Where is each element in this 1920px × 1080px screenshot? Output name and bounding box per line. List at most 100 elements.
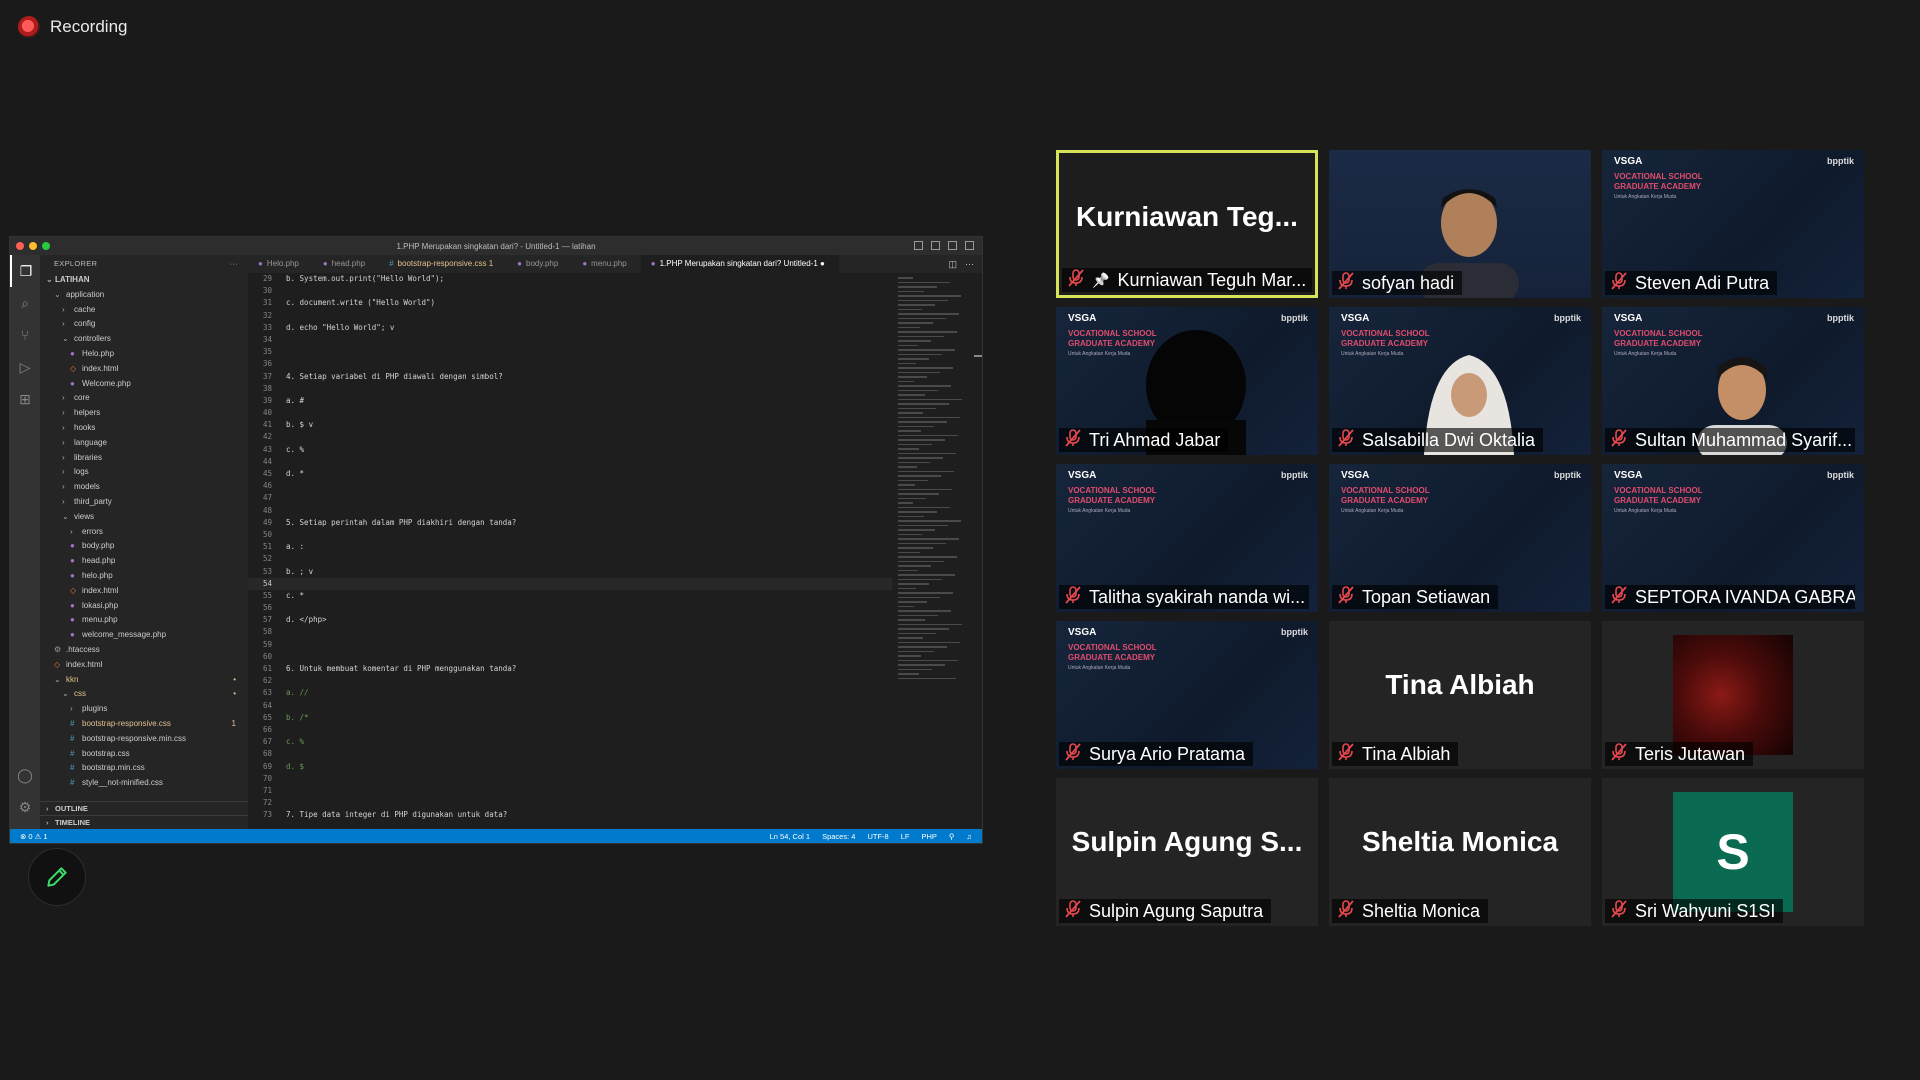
code-line: 59	[248, 639, 892, 651]
tree-root[interactable]: ⌄ LATIHAN	[40, 273, 248, 288]
participant-tile[interactable]: VSGA VOCATIONAL SCHOOL GRADUATE ACADEMY Unt…	[1602, 307, 1864, 455]
tree-item[interactable]: ◇ index.html	[40, 362, 248, 377]
customize-layout-icon[interactable]	[965, 241, 974, 250]
settings-gear-icon[interactable]: ⚙	[10, 791, 40, 823]
problems-status[interactable]: ⊗ 0 ⚠ 1	[10, 832, 48, 841]
participant-name: Kurniawan Teguh Mar...	[1117, 269, 1307, 290]
tree-item[interactable]: ● head.php	[40, 554, 248, 569]
editor-tab[interactable]: ● body.php	[507, 255, 572, 273]
outline-section[interactable]: › OUTLINE	[40, 801, 248, 815]
participant-tile[interactable]: Sulpin Agung S... Sulpin Agung Saputra	[1056, 778, 1318, 926]
participant-tile[interactable]: VSGA VOCATIONAL SCHOOL GRADUATE ACADEMY Unt…	[1329, 307, 1591, 455]
tree-item[interactable]: # bootstrap-responsive.min.css	[40, 732, 248, 747]
tree-item[interactable]: ● helo.php	[40, 569, 248, 584]
participant-tile[interactable]: VSGA VOCATIONAL SCHOOL GRADUATE ACADEMY Unt…	[1602, 150, 1864, 298]
tree-item[interactable]: › helpers	[40, 406, 248, 421]
toggle-panel-icon[interactable]	[931, 241, 940, 250]
minimap[interactable]	[898, 277, 968, 809]
more-actions-icon[interactable]: ···	[965, 259, 974, 270]
toggle-sidebar-icon[interactable]	[914, 241, 923, 250]
tree-item[interactable]: # bootstrap.min.css	[40, 761, 248, 776]
participant-tile[interactable]: Tina Albiah Tina Albiah	[1329, 621, 1591, 769]
chevron-down-icon: ⌄	[62, 689, 69, 699]
notifications-bell-icon[interactable]: ♫	[966, 832, 972, 841]
tree-item[interactable]: ⌄ views	[40, 510, 248, 525]
php-file-icon: ●	[70, 630, 75, 640]
tree-item[interactable]: › plugins	[40, 702, 248, 717]
split-editor-icon[interactable]: ◫	[948, 259, 957, 270]
editor-tab[interactable]: ● 1.PHP Merupakan singkatan dari? Untitle…	[640, 255, 839, 273]
timeline-section[interactable]: › TIMELINE	[40, 815, 248, 829]
tree-item[interactable]: ● Welcome.php	[40, 377, 248, 392]
participant-tile[interactable]: VSGA VOCATIONAL SCHOOL GRADUATE ACADEMY Unt…	[1056, 621, 1318, 769]
tree-item[interactable]: ⌄ kkn •	[40, 673, 248, 688]
scrollbar-thumb[interactable]	[974, 355, 982, 357]
tree-item[interactable]: › libraries	[40, 451, 248, 466]
encoding-status[interactable]: UTF-8	[867, 832, 888, 841]
php-file-icon: ●	[70, 348, 75, 358]
run-debug-icon[interactable]: ▷	[10, 351, 40, 383]
tree-item[interactable]: ● welcome_message.php	[40, 628, 248, 643]
tree-item[interactable]: ● body.php	[40, 539, 248, 554]
language-mode[interactable]: PHP	[921, 832, 936, 841]
account-icon[interactable]: ◯	[10, 759, 40, 791]
tree-item[interactable]: › cache	[40, 303, 248, 318]
tree-item[interactable]: › hooks	[40, 421, 248, 436]
minimap-line	[898, 281, 950, 283]
code-line: 71	[248, 785, 892, 797]
tree-item[interactable]: ● menu.php	[40, 613, 248, 628]
extensions-icon[interactable]: ⊞	[10, 383, 40, 415]
editor-tab[interactable]: ● Helo.php	[248, 255, 313, 273]
editor-actions[interactable]: ◫ ···	[948, 259, 974, 270]
tree-item[interactable]: › errors	[40, 525, 248, 540]
participant-name: Salsabilla Dwi Oktalia	[1362, 429, 1536, 450]
editor-tab[interactable]: ● head.php	[313, 255, 379, 273]
tree-item[interactable]: # style__not-minified.css	[40, 776, 248, 791]
more-actions-icon[interactable]: ···	[230, 255, 238, 273]
indentation-status[interactable]: Spaces: 4	[822, 832, 855, 841]
participant-tile[interactable]: VSGA VOCATIONAL SCHOOL GRADUATE ACADEMY Unt…	[1056, 307, 1318, 455]
tree-item[interactable]: › config	[40, 317, 248, 332]
code-editor[interactable]: 29 b. System.out.print("Hello World"); 30 3…	[248, 273, 892, 829]
participant-tile[interactable]: S Sri Wahyuni S1SI	[1602, 778, 1864, 926]
tree-item[interactable]: # bootstrap-responsive.css 1	[40, 717, 248, 732]
eol-status[interactable]: LF	[901, 832, 910, 841]
participant-tile[interactable]: VSGA VOCATIONAL SCHOOL GRADUATE ACADEMY Unt…	[1056, 464, 1318, 612]
editor-tab[interactable]: ● menu.php	[572, 255, 640, 273]
editor-tab[interactable]: # bootstrap-responsive.css 1	[379, 255, 507, 273]
layout-controls[interactable]	[914, 241, 974, 250]
participant-tile[interactable]: Teris Jutawan	[1602, 621, 1864, 769]
tree-item[interactable]: ⌄ controllers	[40, 332, 248, 347]
participant-tile[interactable]: VSGA VOCATIONAL SCHOOL GRADUATE ACADEMY Unt…	[1329, 464, 1591, 612]
line-text: c. document.write ("Hello World")	[286, 298, 436, 308]
tree-item[interactable]: › third_party	[40, 495, 248, 510]
toggle-secondary-icon[interactable]	[948, 241, 957, 250]
participant-tile[interactable]: Sheltia Monica Sheltia Monica	[1329, 778, 1591, 926]
source-control-icon[interactable]: ⑂	[10, 319, 40, 351]
participant-tile[interactable]: sofyan hadi	[1329, 150, 1591, 298]
participant-name: sofyan hadi	[1362, 272, 1455, 293]
tree-item[interactable]: › language	[40, 436, 248, 451]
code-line: 56	[248, 602, 892, 614]
participant-tile[interactable]: VSGA VOCATIONAL SCHOOL GRADUATE ACADEMY Unt…	[1602, 464, 1864, 612]
tree-item[interactable]: ⚙ .htaccess	[40, 643, 248, 658]
tree-item[interactable]: › core	[40, 391, 248, 406]
tree-item[interactable]: › logs	[40, 465, 248, 480]
tree-item[interactable]: # bootstrap.css	[40, 747, 248, 762]
mic-muted-icon	[1068, 269, 1084, 291]
annotate-pencil-button[interactable]	[28, 848, 86, 906]
tree-item[interactable]: ● lokasi.php	[40, 599, 248, 614]
participant-tile[interactable]: Kurniawan Teg... 📌 Kurniawan Teguh Mar...	[1056, 150, 1318, 298]
search-icon[interactable]: ⌕	[10, 287, 40, 319]
tree-item[interactable]: ◇ index.html	[40, 584, 248, 599]
tree-item[interactable]: › models	[40, 480, 248, 495]
cursor-position[interactable]: Ln 54, Col 1	[770, 832, 810, 841]
tree-item[interactable]: ⌄ css •	[40, 687, 248, 702]
tree-item[interactable]: ⌄ application	[40, 288, 248, 303]
tree-item[interactable]: ● Helo.php	[40, 347, 248, 362]
outline-label: OUTLINE	[55, 804, 88, 813]
tree-item[interactable]: ◇ index.html	[40, 658, 248, 673]
live-share-icon[interactable]: ⚲	[949, 832, 955, 841]
code-line: 65 b. /*	[248, 712, 892, 724]
explorer-icon[interactable]: ❐	[10, 255, 40, 287]
